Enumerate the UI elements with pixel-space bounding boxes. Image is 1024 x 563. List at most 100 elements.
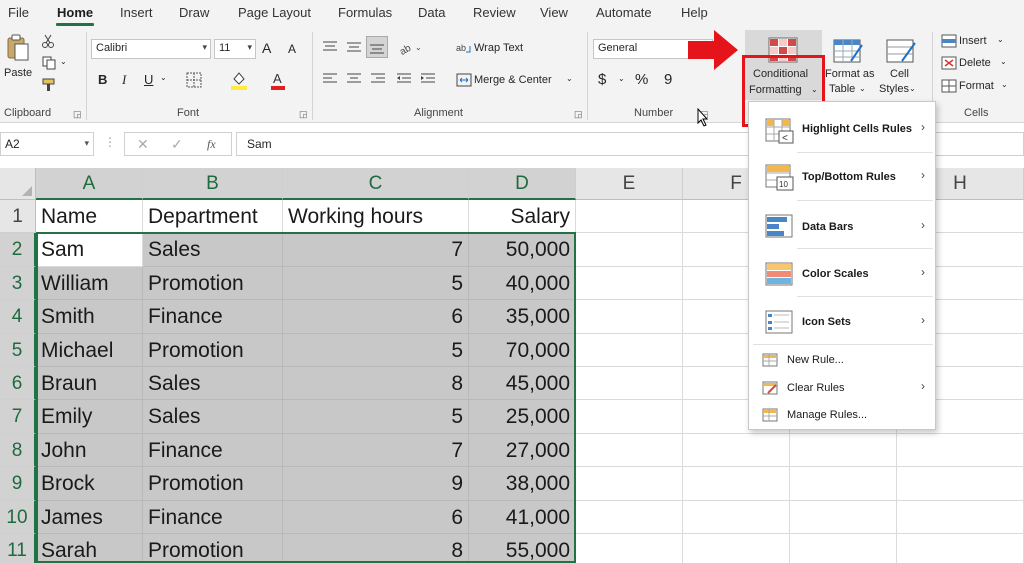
table-cell[interactable]: Salary <box>469 200 576 234</box>
table-cell[interactable]: 70,000 <box>469 333 576 367</box>
table-cell[interactable] <box>790 534 897 563</box>
menu-item-data-bars[interactable]: Data Bars › <box>749 206 935 246</box>
shrink-font-button[interactable]: A <box>288 42 296 56</box>
cell-styles-label[interactable]: Cell <box>890 68 909 80</box>
table-cell[interactable]: 8 <box>283 367 469 401</box>
merge-dropdown-icon[interactable]: ⌄ <box>566 74 573 83</box>
select-all-corner[interactable] <box>0 168 36 200</box>
cancel-icon[interactable]: ✕ <box>137 136 149 153</box>
row-header[interactable]: 4 <box>0 300 36 334</box>
increase-indent-icon[interactable] <box>420 72 436 86</box>
insert-cells-icon[interactable] <box>941 34 957 48</box>
table-cell[interactable]: 27,000 <box>469 433 576 468</box>
underline-dropdown-icon[interactable]: ⌄ <box>160 73 167 82</box>
table-cell[interactable]: Finance <box>143 300 283 334</box>
paste-icon[interactable] <box>6 34 30 62</box>
cell-styles-icon[interactable] <box>886 37 916 63</box>
table-cell[interactable]: 50,000 <box>469 233 576 267</box>
table-cell[interactable] <box>683 534 790 563</box>
copy-icon[interactable] <box>42 56 56 70</box>
table-cell[interactable] <box>576 233 683 267</box>
table-cell[interactable] <box>576 266 683 301</box>
chevron-down-icon[interactable]: ⌄ <box>1001 80 1008 89</box>
align-right-icon[interactable] <box>370 72 386 86</box>
column-header-c[interactable]: C <box>283 168 469 200</box>
table-cell[interactable]: 45,000 <box>469 367 576 401</box>
table-cell[interactable]: Emily <box>36 400 143 434</box>
row-header[interactable]: 3 <box>0 266 36 301</box>
table-cell[interactable]: Name <box>36 200 143 234</box>
tab-automate[interactable]: Automate <box>596 5 652 20</box>
menu-item-new-rule[interactable]: New Rule... <box>749 348 935 374</box>
table-cell[interactable]: Working hours <box>283 200 469 234</box>
percent-style-button[interactable]: % <box>635 71 648 88</box>
row-header[interactable]: 9 <box>0 467 36 501</box>
table-cell[interactable]: Finance <box>143 500 283 534</box>
align-left-icon[interactable] <box>322 72 338 86</box>
comma-style-button[interactable]: 9 <box>664 71 672 88</box>
table-cell[interactable]: Promotion <box>143 333 283 367</box>
name-box[interactable]: A2 ▾ <box>0 132 94 156</box>
table-cell[interactable]: 5 <box>283 400 469 434</box>
format-cells-button[interactable]: Format <box>959 80 994 92</box>
menu-item-color-scales[interactable]: Color Scales › <box>749 254 935 294</box>
chevron-down-icon[interactable]: ⌄ <box>997 35 1004 44</box>
table-cell[interactable]: Sarah <box>36 534 143 563</box>
table-cell[interactable] <box>897 433 1024 468</box>
table-cell[interactable]: 6 <box>283 500 469 534</box>
tab-help[interactable]: Help <box>681 5 708 20</box>
table-cell[interactable] <box>897 534 1024 563</box>
tab-formulas[interactable]: Formulas <box>338 5 392 20</box>
grow-font-button[interactable]: A <box>262 40 271 56</box>
table-cell[interactable]: Braun <box>36 367 143 401</box>
table-cell[interactable]: 5 <box>283 333 469 367</box>
tab-file[interactable]: File <box>8 5 29 20</box>
delete-cells-button[interactable]: Delete <box>959 57 991 69</box>
table-cell[interactable] <box>576 467 683 501</box>
accounting-format-button[interactable]: $ <box>598 71 606 88</box>
format-painter-icon[interactable] <box>42 78 56 92</box>
menu-item-manage-rules[interactable]: Manage Rules... <box>749 404 935 428</box>
wrap-text-button[interactable]: Wrap Text <box>474 42 523 54</box>
chevron-down-icon[interactable]: ⌄ <box>1000 57 1007 66</box>
tab-review[interactable]: Review <box>473 5 516 20</box>
cut-icon[interactable] <box>42 34 54 48</box>
tab-insert[interactable]: Insert <box>120 5 153 20</box>
table-cell[interactable]: Finance <box>143 433 283 468</box>
table-cell[interactable]: 7 <box>283 233 469 267</box>
table-cell[interactable]: John <box>36 433 143 468</box>
tab-page-layout[interactable]: Page Layout <box>238 5 311 20</box>
table-cell[interactable]: 9 <box>283 467 469 501</box>
table-cell[interactable] <box>576 333 683 367</box>
chevron-down-icon[interactable]: ⌄ <box>909 84 916 93</box>
table-cell[interactable] <box>683 467 790 501</box>
table-cell[interactable]: Sales <box>143 400 283 434</box>
row-header[interactable]: 8 <box>0 433 36 468</box>
format-as-table-icon[interactable] <box>833 37 863 63</box>
tab-draw[interactable]: Draw <box>179 5 209 20</box>
table-cell[interactable]: 5 <box>283 266 469 301</box>
table-cell[interactable] <box>897 467 1024 501</box>
table-cell[interactable]: 25,000 <box>469 400 576 434</box>
table-cell[interactable] <box>576 300 683 334</box>
align-center-icon[interactable] <box>346 72 362 86</box>
row-header[interactable]: 7 <box>0 400 36 434</box>
menu-item-top-bottom-rules[interactable]: 10 Top/Bottom Rules › <box>749 158 935 198</box>
row-header[interactable]: 2 <box>0 233 36 267</box>
font-size-combo[interactable]: 11 ▾ <box>214 39 256 59</box>
alignment-launcher-icon[interactable]: ◲ <box>574 109 583 120</box>
table-cell[interactable] <box>790 467 897 501</box>
row-header[interactable]: 6 <box>0 367 36 401</box>
table-cell[interactable] <box>897 500 1024 534</box>
row-header[interactable]: 11 <box>0 534 36 563</box>
chevron-down-icon[interactable]: ⌄ <box>859 84 866 93</box>
table-cell[interactable]: Promotion <box>143 266 283 301</box>
table-cell[interactable]: 6 <box>283 300 469 334</box>
format-as-table-label[interactable]: Format as <box>825 68 875 80</box>
table-cell[interactable] <box>790 500 897 534</box>
table-cell[interactable] <box>683 500 790 534</box>
decrease-indent-icon[interactable] <box>396 72 412 86</box>
menu-item-highlight-cells-rules[interactable]: < Highlight Cells Rules › <box>749 110 935 150</box>
table-cell[interactable]: Promotion <box>143 534 283 563</box>
table-cell[interactable]: Promotion <box>143 467 283 501</box>
